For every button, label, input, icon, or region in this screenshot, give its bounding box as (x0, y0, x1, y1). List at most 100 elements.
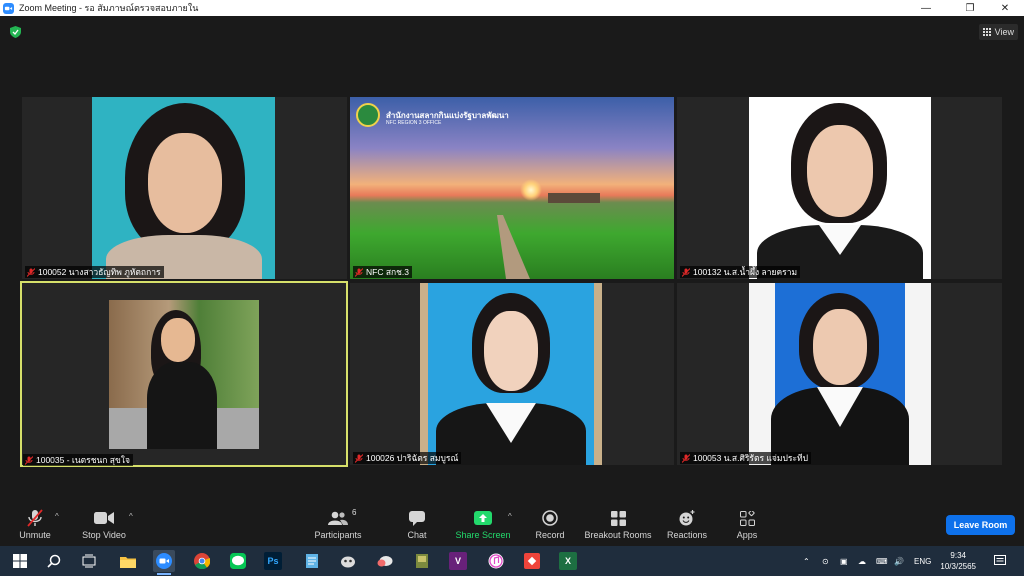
video-tile[interactable]: 100052 นางสาวธัญทิพ ภูหัตถการ (22, 97, 347, 279)
name-tag: 100052 นางสาวธัญทิพ ภูหัตถการ (25, 266, 164, 278)
line-icon[interactable] (227, 550, 249, 572)
video-tile[interactable]: 100053 น.ส.ศิริรัตร แจ่มประทีป (677, 283, 1002, 465)
tray-icon[interactable]: ⊙ (822, 546, 829, 576)
muted-mic-icon (27, 267, 35, 277)
muted-mic-icon (682, 453, 690, 463)
virtual-background-image: สำนักงานสลากกินแบ่งรัฐบาลพัฒนา NFC REGIO… (350, 97, 674, 279)
task-view-icon[interactable] (78, 550, 100, 572)
zoom-icon[interactable] (153, 550, 175, 575)
excel-icon[interactable]: X (559, 552, 577, 570)
participant-name: 100053 น.ส.ศิริรัตร แจ่มประทีป (693, 453, 809, 463)
breakout-rooms-icon (610, 510, 626, 526)
participants-icon (328, 511, 348, 525)
chat-label: Chat (407, 530, 427, 540)
notification-center-icon[interactable] (994, 546, 1006, 576)
leave-room-button[interactable]: Leave Room (946, 515, 1015, 535)
muted-mic-icon (27, 509, 43, 527)
participant-name: 100132 น.ส.น้ำผึ้ง ลายคราม (693, 267, 798, 277)
start-icon[interactable] (9, 550, 31, 572)
participant-photo (109, 300, 259, 449)
apps-button[interactable]: Apps (712, 509, 782, 540)
muted-mic-icon (355, 267, 363, 277)
clock-time: 9:34 (950, 551, 966, 560)
record-icon (542, 510, 558, 526)
muted-mic-icon (682, 267, 690, 277)
video-tile[interactable]: 100026 ปาริฉัตร สมบูรณ์ (350, 283, 674, 465)
show-hidden-icons-chevron-icon[interactable]: ⌃ (803, 546, 810, 576)
visual-studio-icon[interactable]: V (449, 552, 467, 570)
reactions-smiley-icon (679, 510, 695, 526)
zoom-app: Zoom Meeting - รอ สัมภาษณ์ตรวจสอบภายใน —… (0, 0, 1024, 576)
unmute-button[interactable]: Unmute (0, 509, 70, 540)
participant-name: 100026 ปาริฉัตร สมบูรณ์ (366, 453, 459, 463)
windows-taskbar: Ps V X ⌃ ⊙ ▣ ☁ ⌨ 🔊 ENG 9:34 10/3/2565 (0, 546, 1024, 576)
record-label: Record (535, 530, 565, 540)
chat-bubble-icon (409, 510, 425, 526)
record-button[interactable]: Record (515, 509, 585, 540)
volume-icon[interactable]: 🔊 (894, 546, 904, 576)
photoshop-icon[interactable]: Ps (264, 552, 282, 570)
system-clock[interactable]: 9:34 10/3/2565 (940, 550, 976, 572)
chat-button[interactable]: Chat (382, 509, 452, 540)
app-icon[interactable] (337, 550, 359, 572)
banner-subtitle: NFC REGION 3 OFFICE (386, 120, 442, 126)
zoom-logo-icon (3, 2, 14, 14)
itunes-icon[interactable] (485, 550, 507, 572)
name-tag: 100053 น.ส.ศิริรัตร แจ่มประทีป (680, 452, 812, 464)
file-explorer-icon[interactable] (117, 550, 139, 572)
share-options-chevron-icon[interactable]: ^ (508, 512, 512, 521)
participant-photo (749, 283, 931, 465)
minimize-button[interactable]: — (911, 0, 941, 16)
participant-photo (92, 97, 275, 279)
chrome-icon[interactable] (191, 550, 213, 572)
participant-photo (420, 283, 602, 465)
apps-label: Apps (736, 530, 758, 540)
game-icon[interactable] (411, 550, 433, 572)
name-tag: 100026 ปาริฉัตร สมบูรณ์ (353, 452, 462, 464)
search-icon[interactable] (43, 550, 65, 572)
input-language-indicator[interactable]: ENG (914, 546, 931, 576)
apps-icon (739, 510, 755, 526)
participant-name: 100035 - เนตรชนก สุขใจ (36, 455, 130, 465)
unmute-label: Unmute (19, 530, 51, 540)
anydesk-icon[interactable] (521, 550, 543, 572)
network-icon[interactable]: ⌨ (876, 546, 888, 576)
clock-date: 10/3/2565 (940, 562, 976, 571)
participants-count: 6 (352, 508, 357, 517)
name-tag: NFC สกช.3 (353, 266, 413, 278)
meeting-toolbar: Unmute ^ Stop Video ^ 6 Participants Cha… (0, 505, 1024, 546)
participants-button[interactable]: 6 Participants (303, 508, 373, 540)
participant-name: 100052 นางสาวธัญทิพ ภูหัตถการ (38, 267, 161, 277)
window-title: Zoom Meeting - รอ สัมภาษณ์ตรวจสอบภายใน (19, 3, 199, 13)
reactions-label: Reactions (666, 530, 708, 540)
notepad-icon[interactable] (301, 550, 323, 572)
share-screen-icon (474, 511, 492, 525)
security-shield-icon[interactable] (10, 26, 21, 38)
close-button[interactable]: ✕ (990, 0, 1020, 16)
video-tile[interactable]: 100132 น.ส.น้ำผึ้ง ลายคราม (677, 97, 1002, 279)
participants-label: Participants (314, 530, 362, 540)
cloud-icon[interactable] (374, 550, 396, 572)
muted-mic-icon (355, 453, 363, 463)
name-tag: 100132 น.ส.น้ำผึ้ง ลายคราม (680, 266, 801, 278)
name-tag: 100035 - เนตรชนก สุขใจ (23, 454, 133, 466)
video-tile-active-speaker[interactable]: 100035 - เนตรชนก สุขใจ (20, 281, 348, 467)
participant-name: NFC สกช.3 (366, 267, 410, 277)
view-label: View (994, 27, 1014, 37)
muted-mic-icon (25, 455, 33, 465)
audio-options-chevron-icon[interactable]: ^ (55, 512, 59, 521)
grid-icon (982, 28, 991, 36)
video-options-chevron-icon[interactable]: ^ (129, 512, 133, 521)
meeting-area: View 100052 นางสาวธัญทิพ ภูหัตถการ สำนัก… (0, 16, 1024, 546)
video-tile[interactable]: สำนักงานสลากกินแบ่งรัฐบาลพัฒนา NFC REGIO… (350, 97, 674, 279)
breakout-rooms-label: Breakout Rooms (584, 530, 652, 540)
stop-video-label: Stop Video (82, 530, 126, 540)
title-bar: Zoom Meeting - รอ สัมภาษณ์ตรวจสอบภายใน —… (0, 0, 1024, 16)
onedrive-icon[interactable]: ☁ (858, 546, 866, 576)
video-camera-icon (94, 512, 114, 524)
tray-security-icon[interactable]: ▣ (840, 546, 848, 576)
share-screen-label: Share Screen (455, 530, 511, 540)
view-button[interactable]: View (978, 24, 1018, 40)
restore-button[interactable]: ❐ (955, 0, 985, 16)
breakout-rooms-button[interactable]: Breakout Rooms (583, 509, 653, 540)
